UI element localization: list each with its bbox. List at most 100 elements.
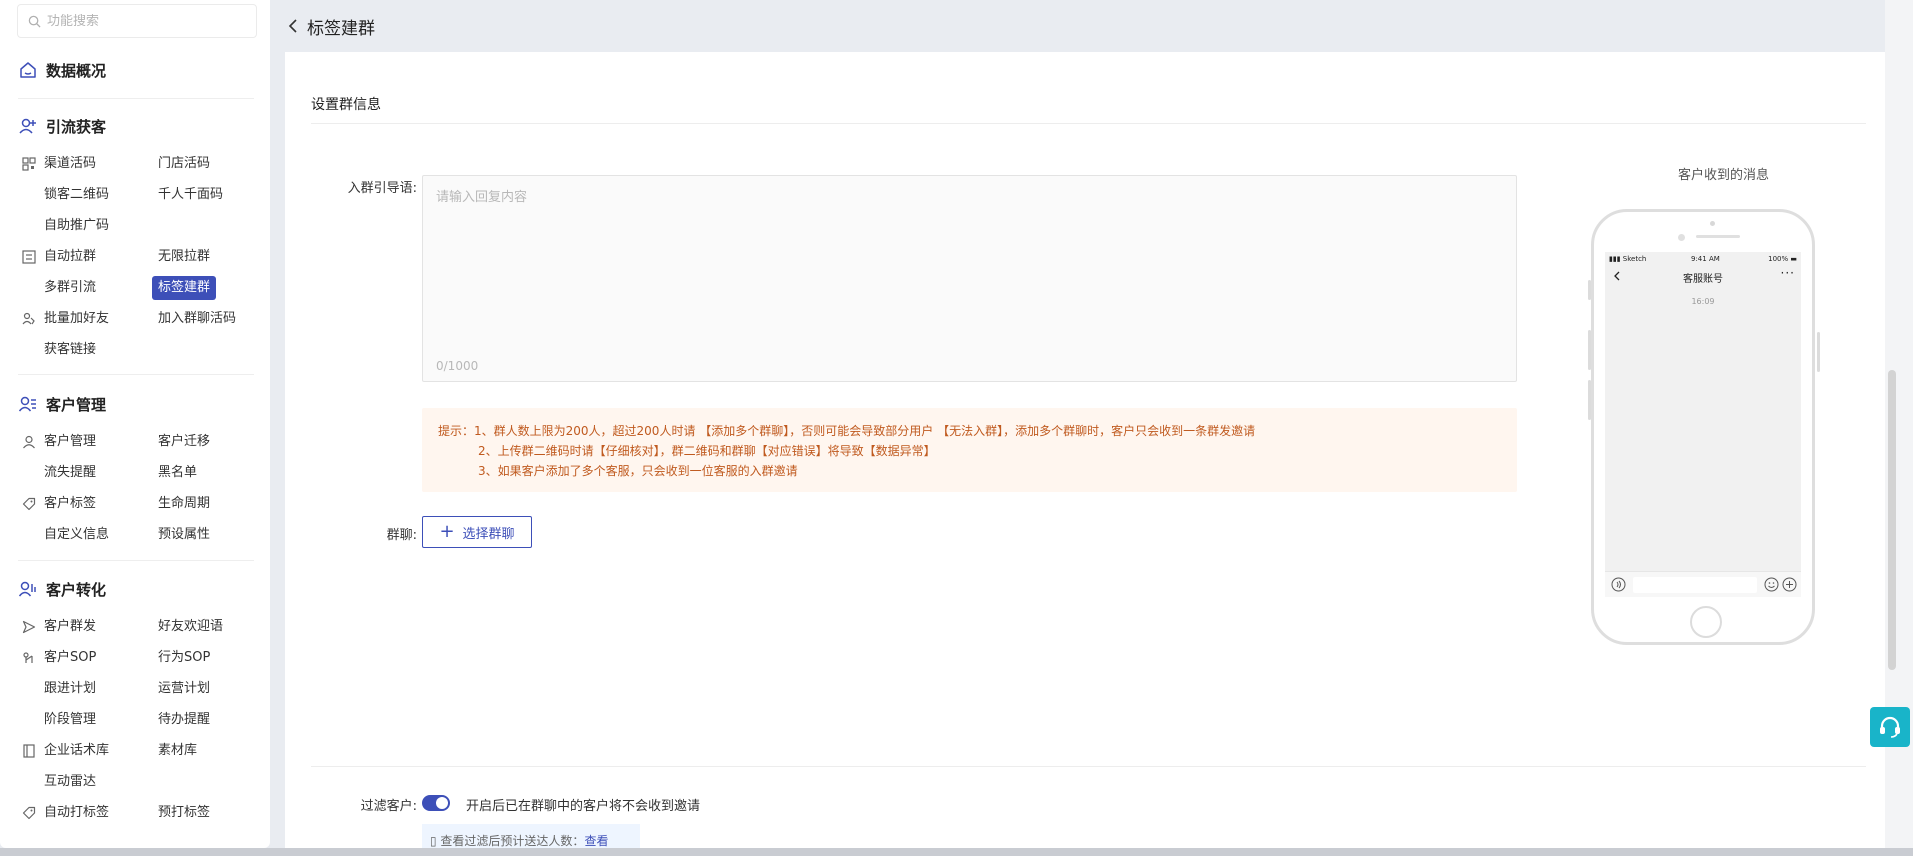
sidebar-item-lock-qr[interactable]: 锁客二维码	[44, 183, 109, 207]
sidebar-overview[interactable]: 数据概况	[18, 58, 106, 82]
plus-circle-icon	[1782, 577, 1797, 592]
sidebar-row: 批量加好友 加入群聊活码	[18, 307, 258, 331]
filter-toggle[interactable]	[422, 795, 450, 811]
guide-char-count: 0/1000	[436, 359, 479, 373]
sidebar-item-interaction-radar[interactable]: 互动雷达	[44, 770, 96, 794]
sidebar: 数据概况 引流获客 渠道活码 门店活码 锁客二维码 千人千面码 自助推广码	[0, 0, 270, 848]
phone-preview: ▮▮▮ Sketch 9:41 AM 100% ▬ 客服账号 ··· 16:09	[1588, 209, 1820, 645]
sidebar-row: 获客链接	[18, 338, 258, 362]
select-group-button[interactable]: + 选择群聊	[422, 516, 532, 548]
customer-support-button[interactable]	[1870, 707, 1910, 747]
sidebar-item-store-qr[interactable]: 门店活码	[152, 152, 216, 176]
select-group-label: 选择群聊	[462, 526, 515, 542]
sidebar-item-auto-pull-group[interactable]: 自动拉群	[44, 245, 96, 269]
sidebar-row: 自定义信息 预设属性	[18, 523, 258, 547]
sidebar-row: 企业话术库 素材库	[18, 739, 258, 763]
filter-preview-link[interactable]: 查看	[584, 834, 608, 848]
guide-textarea[interactable]: 请输入回复内容 0/1000	[422, 175, 1517, 382]
guide-placeholder: 请输入回复内容	[436, 190, 528, 205]
phone-side-button	[1588, 380, 1591, 420]
doc-icon: ▯	[430, 834, 441, 848]
sidebar-item-pre-tag[interactable]: 预打标签	[152, 801, 216, 825]
sidebar-item-customer-migrate[interactable]: 客户迁移	[152, 430, 216, 454]
sidebar-item-unlimited-pull-group[interactable]: 无限拉群	[152, 245, 216, 269]
sidebar-row: 自动拉群 无限拉群	[18, 245, 258, 269]
section-divider	[311, 123, 1866, 124]
sidebar-group-customer: 客户管理	[18, 392, 106, 416]
sidebar-divider	[18, 374, 254, 375]
preview-caption: 客户收到的消息	[1678, 168, 1770, 183]
tips-box: 提示：1、群人数上限为200人，超过200人时请 【添加多个群聊】，否则可能会导…	[422, 408, 1517, 492]
sidebar-item-multi-group[interactable]: 多群引流	[44, 276, 96, 300]
sidebar-item-custom-info[interactable]: 自定义信息	[44, 523, 109, 547]
sidebar-item-lifecycle[interactable]: 生命周期	[152, 492, 216, 516]
sidebar-item-welcome-msg[interactable]: 好友欢迎语	[152, 615, 229, 639]
sidebar-overview-label: 数据概况	[46, 61, 107, 80]
sidebar-group-title: 客户转化	[46, 580, 107, 599]
sidebar-row: 客户SOP 行为SOP	[18, 646, 258, 670]
tag-icon	[22, 806, 36, 820]
sidebar-item-customer-tag[interactable]: 客户标签	[44, 492, 96, 516]
user-convert-icon	[18, 579, 38, 599]
phone-sensor	[1678, 234, 1685, 241]
sidebar-item-preset-attr[interactable]: 预设属性	[152, 523, 216, 547]
filter-label: 过滤客户:	[360, 799, 417, 814]
scrollbar-thumb[interactable]	[1888, 370, 1896, 670]
sidebar-item-tag-group[interactable]: 标签建群	[152, 276, 217, 300]
sidebar-item-auto-tag[interactable]: 自动打标签	[44, 801, 109, 825]
sidebar-item-self-promo-qr[interactable]: 自助推广码	[44, 214, 109, 238]
sidebar-item-todo-alert[interactable]: 待办提醒	[152, 708, 216, 732]
sidebar-row: 自助推广码	[18, 214, 258, 238]
sidebar-item-followup-plan[interactable]: 跟进计划	[44, 677, 96, 701]
chat-input-bar	[1605, 571, 1801, 597]
sidebar-group-title: 客户管理	[46, 395, 107, 414]
user-add-icon	[18, 116, 38, 136]
sidebar-item-mass-send[interactable]: 客户群发	[44, 615, 96, 639]
chevron-left-icon[interactable]	[285, 18, 301, 34]
batch-add-icon	[22, 312, 35, 325]
filter-preview: ▯ 查看过滤后预计送达人数：查看	[422, 824, 640, 848]
sidebar-item-behavior-sop[interactable]: 行为SOP	[152, 646, 216, 670]
sidebar-row: 锁客二维码 千人千面码	[18, 183, 258, 207]
sidebar-item-batch-add[interactable]: 批量加好友	[44, 307, 109, 331]
chat-name: 客服账号	[1683, 274, 1723, 285]
page-header: 标签建群	[285, 0, 1885, 52]
group-pull-icon	[22, 250, 36, 264]
sidebar-row: 客户管理 客户迁移	[18, 430, 258, 454]
phone-home-button	[1690, 606, 1722, 638]
sidebar-row: 渠道活码 门店活码	[18, 152, 258, 176]
sidebar-item-material-library[interactable]: 素材库	[152, 739, 203, 763]
sidebar-item-script-library[interactable]: 企业话术库	[44, 739, 109, 763]
tip-line-3: 3、如果客户添加了多个客服，只会收到一位客服的入群邀请	[478, 464, 798, 478]
search-input[interactable]	[47, 13, 237, 29]
phone-speaker	[1696, 235, 1740, 238]
tip-line-2: 2、上传群二维码时请【仔细核对】，群二维码和群聊【对应错误】将导致【数据异常】	[478, 444, 936, 458]
sidebar-item-blacklist[interactable]: 黑名单	[152, 461, 203, 485]
chat-input-field	[1633, 577, 1757, 593]
sidebar-item-personal-qr[interactable]: 千人千面码	[152, 183, 229, 207]
sidebar-item-ops-plan[interactable]: 运营计划	[152, 677, 216, 701]
chat-time: 16:09	[1691, 297, 1715, 306]
sop-icon	[23, 652, 33, 663]
guide-label: 入群引导语:	[347, 181, 417, 196]
sidebar-item-join-group-qr[interactable]: 加入群聊活码	[152, 307, 242, 331]
sidebar-item-stage-mgmt[interactable]: 阶段管理	[44, 708, 96, 732]
sidebar-row: 阶段管理 待办提醒	[18, 708, 258, 732]
sidebar-item-customer-sop[interactable]: 客户SOP	[44, 646, 96, 670]
filter-toggle-text: 开启后已在群聊中的客户将不会收到邀请	[466, 799, 701, 814]
function-search[interactable]	[17, 4, 257, 38]
sidebar-item-customer-mgmt[interactable]: 客户管理	[44, 430, 96, 454]
sidebar-item-churn-alert[interactable]: 流失提醒	[44, 461, 96, 485]
person-icon	[23, 435, 35, 449]
sidebar-group-title: 引流获客	[46, 117, 107, 136]
sidebar-item-channel-qr[interactable]: 渠道活码	[44, 152, 96, 176]
status-time: 9:41 AM	[1691, 255, 1720, 263]
sidebar-row: 互动雷达	[18, 770, 258, 794]
sidebar-item-acquire-link[interactable]: 获客链接	[44, 338, 96, 362]
qr-icon	[22, 157, 36, 171]
sidebar-row: 客户群发 好友欢迎语	[18, 615, 258, 639]
section-title: 设置群信息	[311, 97, 381, 113]
sidebar-row: 跟进计划 运营计划	[18, 677, 258, 701]
tag-icon	[22, 497, 36, 511]
phone-screen: ▮▮▮ Sketch 9:41 AM 100% ▬ 客服账号 ··· 16:09	[1605, 252, 1801, 597]
